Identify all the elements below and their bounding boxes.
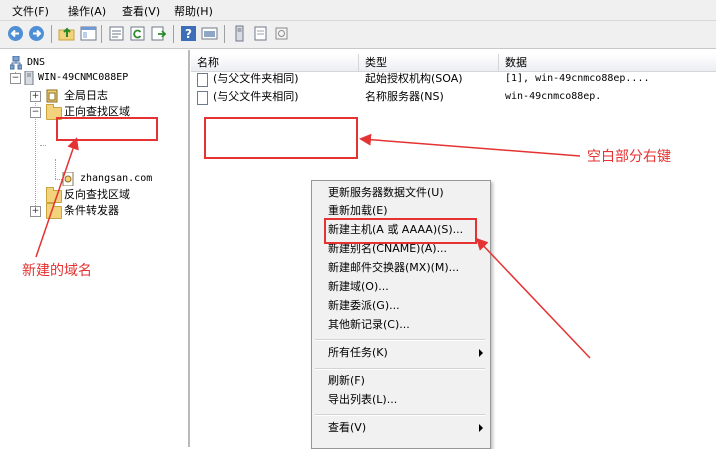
annotation-arrows bbox=[35, 133, 591, 359]
arrow-to-blank-area bbox=[359, 133, 581, 157]
arrow-to-zone bbox=[35, 137, 79, 258]
annotation-right-click-label: 空白部分右键 bbox=[587, 149, 671, 165]
annotation-new-domain-label: 新建的域名 bbox=[22, 263, 92, 279]
arrow-to-new-host bbox=[475, 237, 591, 359]
